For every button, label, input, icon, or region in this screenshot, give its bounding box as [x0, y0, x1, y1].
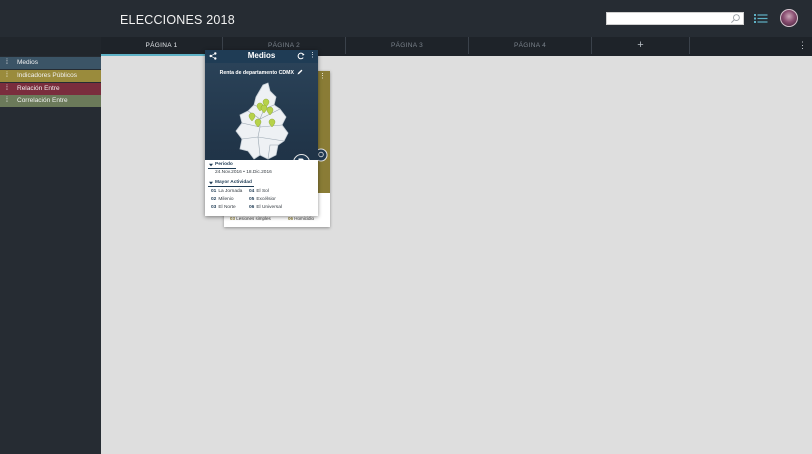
- card-info: Periodo 24.Nov.2016 • 18.Dic.2016 Mayor …: [205, 160, 318, 216]
- avatar[interactable]: [780, 9, 798, 27]
- sidebar-item-indicadores[interactable]: ⁞ Indicadores Públicos: [0, 70, 101, 82]
- list-item[interactable]: 02 Milenio: [211, 197, 234, 202]
- sidebar-item-medios[interactable]: ⁞ Medios: [0, 57, 101, 69]
- periodo-label: Periodo: [215, 162, 233, 167]
- map-subtitle: Renta de departamento CDMX: [205, 69, 318, 76]
- list-item[interactable]: 03 El Norte: [211, 205, 236, 210]
- sidebar-item-label: Medios: [17, 59, 38, 66]
- divider: [208, 168, 236, 169]
- item-label: Excélsior: [256, 197, 276, 202]
- top-bar: ELECCIONES 2018: [0, 0, 812, 37]
- card-medios[interactable]: Medios ⋮ Renta de departamento CDMX Peri…: [205, 50, 318, 216]
- caret-down-icon: [209, 181, 213, 185]
- list-item: 03 Lesiones simples: [230, 216, 271, 221]
- card-menu-icon[interactable]: ⋮: [319, 72, 326, 80]
- list-icon[interactable]: [754, 13, 768, 24]
- periodo-value: 24.Nov.2016 • 18.Dic.2016: [215, 170, 272, 175]
- refresh-icon[interactable]: [297, 52, 305, 60]
- drag-handle-icon[interactable]: ⁞: [6, 70, 8, 82]
- card-menu-icon[interactable]: ⋮: [309, 51, 316, 59]
- drag-handle-icon[interactable]: ⁞: [6, 57, 8, 69]
- search-icon[interactable]: [730, 13, 741, 24]
- item-label: Lesiones simples: [236, 216, 271, 221]
- item-label: La Jornada: [218, 189, 243, 194]
- item-number: 02: [211, 197, 217, 202]
- drag-handle-icon[interactable]: ⁞: [6, 95, 8, 107]
- sidebar-item-relacion[interactable]: ⁞ Relación Entre: [0, 83, 101, 95]
- item-label: El Universal: [256, 205, 282, 210]
- item-label: Homicidio: [294, 216, 315, 221]
- item-number: 03: [211, 205, 217, 210]
- item-number: 05: [249, 197, 255, 202]
- list-item[interactable]: 06 El Universal: [249, 205, 282, 210]
- sidebar-item-correlacion[interactable]: ⁞ Correlación Entre: [0, 95, 101, 107]
- list-item: 06 Homicidio: [288, 216, 314, 221]
- sidebar-item-label: Relación Entre: [17, 85, 60, 92]
- item-label: Milenio: [218, 197, 234, 202]
- search-box[interactable]: [606, 12, 744, 29]
- pencil-icon[interactable]: [297, 69, 303, 75]
- add-tab-button[interactable]: +: [592, 37, 690, 54]
- more-options-icon[interactable]: ⋮: [793, 37, 812, 54]
- map-cdmx[interactable]: [230, 79, 294, 167]
- search-input[interactable]: [607, 18, 725, 29]
- item-number: 01: [211, 189, 217, 194]
- tab-pagina-4[interactable]: PÁGINA 4: [469, 37, 592, 54]
- list-item[interactable]: 01 La Jornada: [211, 189, 242, 194]
- item-label: El Sol: [256, 189, 269, 194]
- caret-down-icon: [209, 163, 213, 167]
- list-item[interactable]: 04 El Sol: [249, 189, 269, 194]
- item-number: 06: [288, 216, 294, 221]
- tab-pagina-3[interactable]: PÁGINA 3: [346, 37, 469, 54]
- actividad-label: Mayor Actividad: [215, 180, 252, 185]
- sidebar-item-label: Indicadores Públicos: [17, 72, 77, 79]
- item-number: 03: [230, 216, 236, 221]
- item-number: 04: [249, 189, 255, 194]
- card-header: Medios ⋮: [205, 50, 318, 63]
- sidebar: ⁞ Medios ⁞ Indicadores Públicos ⁞ Relaci…: [0, 37, 101, 454]
- map-subtitle-text: Renta de departamento CDMX: [219, 70, 294, 76]
- divider: [208, 186, 254, 187]
- item-label: El Norte: [218, 205, 236, 210]
- list-item[interactable]: 05 Excélsior: [249, 197, 276, 202]
- app-title: ELECCIONES 2018: [120, 13, 235, 27]
- sidebar-header: [0, 37, 101, 56]
- drag-handle-icon[interactable]: ⁞: [6, 83, 8, 95]
- sidebar-item-label: Correlación Entre: [17, 97, 68, 104]
- item-number: 06: [249, 205, 255, 210]
